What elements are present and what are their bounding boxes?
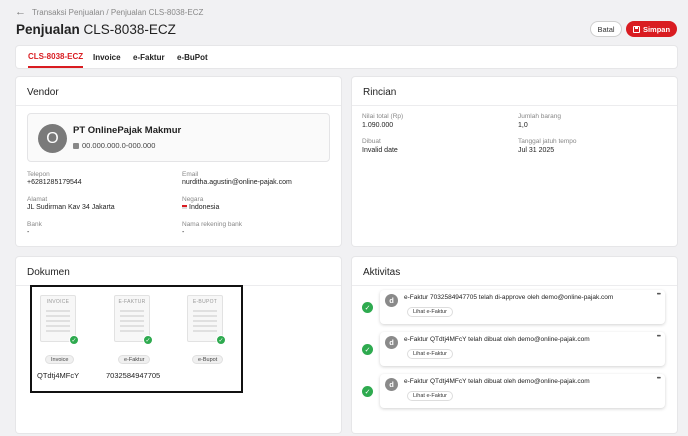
tab-transaction[interactable]: CLS-8038-ECZ <box>28 46 84 68</box>
activity-item: d e-Faktur 7032584947705 telah di-approv… <box>380 290 665 324</box>
tab-efaktur[interactable]: e-Faktur <box>133 46 165 68</box>
tab-invoice[interactable]: Invoice <box>93 46 121 68</box>
document-lines <box>193 310 217 334</box>
avatar: d <box>385 294 398 307</box>
vendor-summary: O PT OnlinePajak Makmur 00.000.000.0-000… <box>27 113 330 162</box>
document-thumbnail[interactable]: E-BUPOT ✓ <box>187 295 226 345</box>
bank-label: Bank <box>27 221 42 228</box>
document-efaktur[interactable]: E-FAKTUR ✓ <box>114 295 154 345</box>
document-number: QTdtj4MFcY <box>37 371 80 380</box>
view-efaktur-button[interactable]: Lihat e-Faktur <box>407 349 453 359</box>
thumb-label: E-FAKTUR <box>118 299 146 305</box>
telepon-value: +6281285179544 <box>27 179 82 186</box>
activity-item: d e-Faktur QTdtj4MFcY telah dibuat oleh … <box>380 332 665 366</box>
dibuat-label: Dibuat <box>362 138 381 145</box>
save-icon <box>632 25 640 33</box>
dokumen-title: Dokumen <box>27 267 70 278</box>
vendor-title: Vendor <box>27 87 59 98</box>
check-icon: ✓ <box>362 386 373 397</box>
page-title: Penjualan CLS-8038-ECZ <box>16 22 176 37</box>
tab-label: e-Faktur <box>133 52 165 62</box>
npwp-value: 00.000.000.0-000.000 <box>82 141 156 150</box>
email-value: nurditha.agustin@online-pajak.com <box>182 179 292 186</box>
check-icon: ✓ <box>69 335 79 345</box>
document-list: INVOICE ✓ Invoice QTdtj4MFcY E-FAKTUR ✓ … <box>30 285 243 393</box>
thumb-label: E-BUPOT <box>192 299 218 305</box>
telepon-label: Telepon <box>27 171 50 178</box>
more-icon[interactable]: ••• <box>657 376 661 382</box>
rincian-title: Rincian <box>363 87 397 98</box>
bank-value: - <box>27 229 30 236</box>
breadcrumb-text[interactable]: Transaksi Penjualan / Penjualan CLS-8038… <box>32 8 203 17</box>
avatar: d <box>385 378 398 391</box>
aktivitas-title: Aktivitas <box>363 267 401 278</box>
divider <box>352 285 677 286</box>
activity-text: e-Faktur QTdtj4MFcY telah dibuat oleh de… <box>404 336 590 343</box>
document-lines <box>120 310 144 334</box>
tab-ebupot[interactable]: e-BuPot <box>177 46 208 68</box>
page-title-prefix: Penjualan <box>16 22 80 37</box>
breadcrumb: ← Transaksi Penjualan / Penjualan CLS-80… <box>15 7 203 18</box>
jatuh-tempo-value: Jul 31 2025 <box>518 147 555 154</box>
document-number: 7032584947705 <box>106 371 161 380</box>
jumlah-label: Jumlah barang <box>518 113 561 120</box>
activity-item: d e-Faktur QTdtj4MFcY telah dibuat oleh … <box>380 374 665 408</box>
check-icon: ✓ <box>362 344 373 355</box>
dibuat-value: Invalid date <box>362 147 398 154</box>
negara-value: Indonesia <box>182 204 219 211</box>
activity-text: e-Faktur 7032584947705 telah di-approve … <box>404 294 614 301</box>
page-title-id: CLS-8038-ECZ <box>83 22 176 37</box>
tab-label: Invoice <box>93 52 121 62</box>
check-icon: ✓ <box>216 335 226 345</box>
document-invoice[interactable]: INVOICE ✓ <box>40 295 80 345</box>
avatar: d <box>385 336 398 349</box>
jumlah-value: 1,0 <box>518 122 528 129</box>
document-chip: Invoice <box>45 355 75 364</box>
jatuh-tempo-label: Tanggal jatuh tempo <box>518 138 577 145</box>
alamat-value: JL Sudirman Kav 34 Jakarta <box>27 204 115 211</box>
flag-icon <box>182 205 187 210</box>
activity-text: e-Faktur QTdtj4MFcY telah dibuat oleh de… <box>404 378 590 385</box>
check-icon: ✓ <box>143 335 153 345</box>
rincian-card: Rincian <box>352 77 677 246</box>
vendor-npwp: 00.000.000.0-000.000 <box>73 141 155 150</box>
alamat-label: Alamat <box>27 196 48 203</box>
document-thumbnail[interactable]: INVOICE ✓ <box>40 295 79 345</box>
nilai-label: Nilai total (Rp) <box>362 113 404 120</box>
document-thumbnail[interactable]: E-FAKTUR ✓ <box>114 295 153 345</box>
more-icon[interactable]: ••• <box>657 334 661 340</box>
document-lines <box>46 310 70 334</box>
more-icon[interactable]: ••• <box>657 292 661 298</box>
save-label: Simpan <box>642 24 671 34</box>
avatar: O <box>38 124 67 153</box>
cancel-label: Batal <box>597 24 615 34</box>
view-efaktur-button[interactable]: Lihat e-Faktur <box>407 391 453 401</box>
document-chip: e-Faktur <box>118 355 151 364</box>
divider <box>16 105 341 106</box>
email-label: Email <box>182 171 199 178</box>
check-icon: ✓ <box>362 302 373 313</box>
vendor-name: PT OnlinePajak Makmur <box>73 125 182 136</box>
cancel-button[interactable]: Batal <box>590 21 622 37</box>
view-efaktur-button[interactable]: Lihat e-Faktur <box>407 307 453 317</box>
negara-text: Indonesia <box>189 204 220 211</box>
tab-label: e-BuPot <box>177 52 208 62</box>
save-button[interactable]: Simpan <box>626 21 677 37</box>
document-chip: e-Bupot <box>192 355 224 364</box>
negara-label: Negara <box>182 196 204 203</box>
tab-bar: CLS-8038-ECZ Invoice e-Faktur e-BuPot <box>16 46 677 68</box>
nilai-value: 1.090.000 <box>362 122 394 129</box>
document-ebupot[interactable]: E-BUPOT ✓ <box>187 295 227 345</box>
arrow-left-icon[interactable]: ← <box>15 7 26 18</box>
thumb-label: INVOICE <box>46 299 70 305</box>
rekening-value: - <box>182 229 185 236</box>
building-icon <box>73 142 79 149</box>
tab-label: CLS-8038-ECZ <box>28 51 84 61</box>
rekening-label: Nama rekening bank <box>182 221 242 228</box>
divider <box>352 105 677 106</box>
